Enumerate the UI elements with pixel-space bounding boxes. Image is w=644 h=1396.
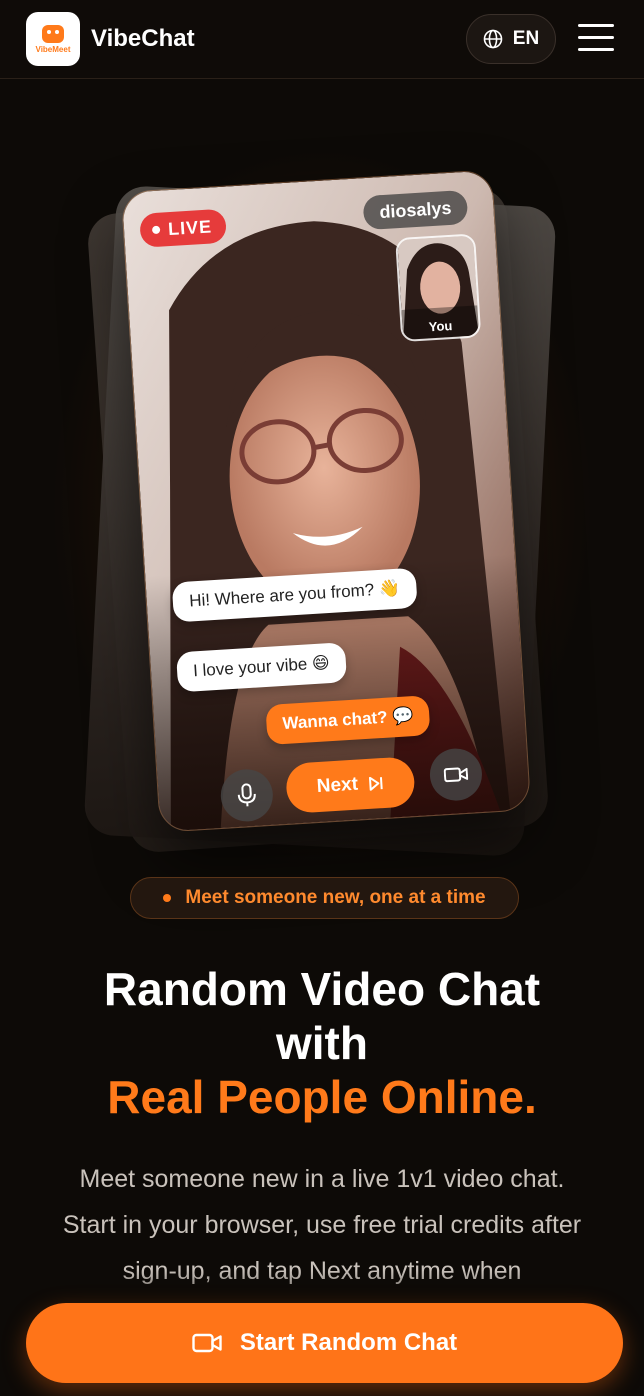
hero-title-accent: Real People Online. <box>107 1071 537 1123</box>
logo-text: VibeMeet <box>35 44 71 54</box>
microphone-icon <box>237 783 256 807</box>
logo-mark-icon <box>42 24 64 43</box>
globe-icon <box>483 29 503 49</box>
hero-title-line1: Random Video Chat <box>103 963 541 1015</box>
skip-next-icon <box>368 776 383 791</box>
tagline-pill: Meet someone new, one at a time <box>130 877 519 919</box>
remote-username: diosalys <box>362 189 469 231</box>
video-camera-icon <box>192 1333 222 1353</box>
self-view-thumbnail: You <box>395 233 482 343</box>
live-dot <box>151 225 161 235</box>
language-button[interactable]: EN <box>466 14 556 64</box>
live-label: LIVE <box>167 215 213 239</box>
top-header: VibeMeet VibeChat EN <box>0 0 644 79</box>
hero-title: Random Video Chat with Real People Onlin… <box>0 962 644 1124</box>
video-camera-icon <box>443 767 469 783</box>
language-label: EN <box>512 28 540 49</box>
tagline-dot <box>163 894 172 902</box>
brand-name: VibeChat <box>91 25 195 52</box>
hero-title-line2: with <box>276 1017 368 1069</box>
video-preview-card: LIVE diosalys You Hi! Where are you from… <box>120 169 532 833</box>
next-label: Next <box>316 773 359 798</box>
live-badge: LIVE <box>139 208 228 248</box>
tagline-text: Meet someone new, one at a time <box>185 887 486 908</box>
next-button[interactable]: Next <box>284 756 416 814</box>
menu-icon[interactable] <box>578 24 614 54</box>
start-random-chat-button[interactable]: Start Random Chat <box>26 1303 623 1383</box>
app-logo[interactable]: VibeMeet <box>26 12 80 66</box>
cta-label: Start Random Chat <box>239 1329 458 1356</box>
